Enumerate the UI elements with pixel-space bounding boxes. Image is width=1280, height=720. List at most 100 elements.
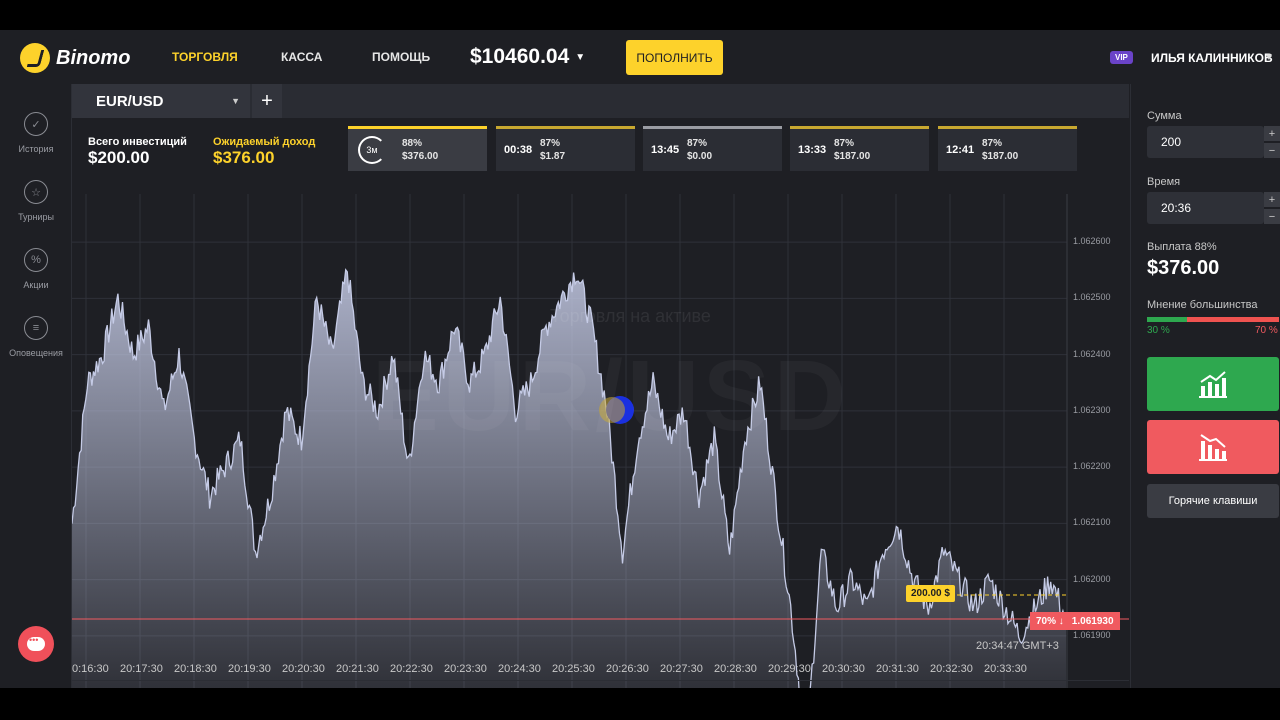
amount-label: Сумма — [1147, 110, 1182, 122]
username[interactable]: ИЛЬЯ КАЛИННИКОВ — [1151, 51, 1273, 65]
deal-time: 13:33 — [798, 144, 827, 156]
nav-trading[interactable]: ТОРГОВЛЯ — [172, 50, 238, 64]
sidebar-item-label: Турниры — [18, 212, 54, 222]
time-tick-label: 20:18:30 — [174, 663, 217, 675]
time-input[interactable]: 20:36 — [1147, 192, 1264, 224]
asset-tab-bar: EUR/USD ▼ + — [72, 84, 1129, 118]
deal-time: 00:38 — [504, 144, 533, 156]
time-tick-label: 0:16:30 — [72, 663, 109, 675]
price-tick-label: 1.062600 — [1073, 236, 1111, 247]
buy-up-button[interactable] — [1147, 357, 1279, 411]
time-tick-label: 20:22:30 — [390, 663, 433, 675]
deal-card[interactable]: 3м 88% $376.00 — [348, 126, 487, 171]
deal-marker[interactable]: 200.00 $ — [906, 585, 955, 602]
deal-time: 12:41 — [946, 144, 975, 156]
deal-percent: 87% — [982, 138, 1003, 149]
price-chart[interactable]: EUR/USD Торговля на активе 1.062600 1.062… — [72, 194, 1129, 688]
price-tick-label: 1.062000 — [1073, 573, 1111, 584]
price-tick-label: 1.061900 — [1073, 629, 1111, 640]
time-tick-label: 20:27:30 — [660, 663, 703, 675]
time-minus-button[interactable]: − — [1264, 209, 1280, 224]
user-menu-chevron-icon[interactable]: ▼ — [1264, 52, 1274, 63]
chat-icon — [27, 635, 45, 651]
amount-minus-button[interactable]: − — [1264, 143, 1280, 158]
bell-list-icon: ≡ — [24, 316, 48, 340]
time-tick-label: 20:32:30 — [930, 663, 973, 675]
deal-percent: 87% — [834, 138, 855, 149]
sidebar-item-label: История — [18, 144, 54, 154]
asset-watermark: EUR/USD — [372, 339, 850, 454]
deal-card[interactable]: 00:38 87% $1.87 — [496, 126, 635, 171]
sidebar-item-label: Оповещения — [9, 348, 63, 358]
deposit-button[interactable]: ПОПОЛНИТЬ — [626, 40, 723, 75]
deal-percent: 87% — [540, 138, 561, 149]
price-tick-label: 1.062500 — [1073, 292, 1111, 303]
sidebar-item-label: Акции — [23, 280, 49, 290]
sentiment-down-value: 70 % — [1255, 325, 1278, 336]
asset-tab-eurusd[interactable]: EUR/USD ▼ — [72, 84, 250, 118]
time-tick-label: 20:31:30 — [876, 663, 919, 675]
time-tick-label: 20:19:30 — [228, 663, 271, 675]
deal-card[interactable]: 13:45 87% $0.00 — [643, 126, 782, 171]
deal-amount: $187.00 — [834, 151, 871, 162]
percent-icon: % — [24, 248, 48, 272]
time-tick-label: 20:17:30 — [120, 663, 163, 675]
amount-plus-button[interactable]: + — [1264, 126, 1280, 141]
current-price-badge: 70% ↓ 1.061930 — [1030, 612, 1120, 630]
hotkeys-button[interactable]: Горячие клавиши — [1147, 484, 1279, 518]
price-area — [72, 269, 1066, 688]
time-tick-label: 20:25:30 — [552, 663, 595, 675]
sentiment-bar — [1147, 317, 1279, 322]
time-scroller[interactable] — [72, 680, 1129, 688]
trading-screen: Binomo ТОРГОВЛЯ КАССА ПОМОЩЬ $10460.04 ▼… — [0, 30, 1280, 688]
chevron-down-icon: ▼ — [575, 51, 586, 63]
bottom-strip — [0, 688, 1280, 720]
chat-button[interactable] — [18, 626, 54, 662]
deal-amount: $187.00 — [982, 151, 1019, 162]
deal-card[interactable]: 13:33 87% $187.00 — [790, 126, 929, 171]
binomo-logo-icon — [20, 43, 50, 73]
trend-up-icon — [1199, 371, 1227, 398]
add-asset-button[interactable]: + — [252, 84, 282, 118]
vip-badge: VIP — [1110, 51, 1133, 64]
time-tick-label: 20:28:30 — [714, 663, 757, 675]
total-invest-value: $200.00 — [88, 148, 150, 167]
price-tick-label: 1.062200 — [1073, 461, 1111, 472]
sidebar-item-notifications[interactable]: ≡ Оповещения — [0, 316, 72, 358]
deal-card[interactable]: 12:41 87% $187.00 — [938, 126, 1077, 171]
time-tick-label: 20:21:30 — [336, 663, 379, 675]
time-tick-label: 20:30:30 — [822, 663, 865, 675]
sidebar-item-promotions[interactable]: % Акции — [0, 248, 72, 290]
payout-value: $376.00 — [1147, 257, 1220, 279]
time-tick-label: 20:24:30 — [498, 663, 541, 675]
time-tick-label: 20:20:30 — [282, 663, 325, 675]
expected-income-label: Ожидаемый доход — [213, 136, 316, 148]
nav-cashier[interactable]: КАССА — [281, 50, 322, 64]
sentiment-up-fill — [1147, 317, 1187, 322]
amount-input[interactable]: 200 — [1147, 126, 1264, 158]
server-time: 20:34:47 GMT+3 — [976, 640, 1059, 652]
deal-percent: 87% — [687, 138, 708, 149]
balance-value: $10460.04 — [470, 45, 570, 68]
sidebar-item-tournaments[interactable]: ☆ Турниры — [0, 180, 72, 222]
asset-watermark-subtitle: Торговля на активе — [550, 306, 711, 326]
deal-amount: $0.00 — [687, 151, 713, 162]
time-plus-button[interactable]: + — [1264, 192, 1280, 207]
payout-label: Выплата 88% — [1147, 241, 1217, 253]
asset-name: EUR/USD — [96, 92, 164, 110]
sentiment-marker: 70% ↓ — [1036, 615, 1064, 627]
expected-income-value: $376.00 — [213, 148, 275, 167]
nav-help[interactable]: ПОМОЩЬ — [372, 50, 430, 64]
left-sidebar: ✓ История ☆ Турниры % Акции ≡ Оповещения — [0, 84, 72, 688]
buy-down-button[interactable] — [1147, 420, 1279, 474]
time-tick-label: 20:33:30 — [984, 663, 1027, 675]
logo[interactable]: Binomo — [20, 43, 130, 73]
logo-text: Binomo — [56, 46, 131, 69]
total-invest-label: Всего инвестиций — [88, 136, 187, 148]
sidebar-item-history[interactable]: ✓ История — [0, 112, 72, 154]
trophy-icon: ☆ — [24, 180, 48, 204]
time-label: Время — [1147, 176, 1181, 188]
deal-percent: 88% — [402, 138, 423, 149]
balance-dropdown[interactable]: $10460.04 ▼ — [470, 45, 585, 69]
price-tick-label: 1.062300 — [1073, 404, 1111, 415]
